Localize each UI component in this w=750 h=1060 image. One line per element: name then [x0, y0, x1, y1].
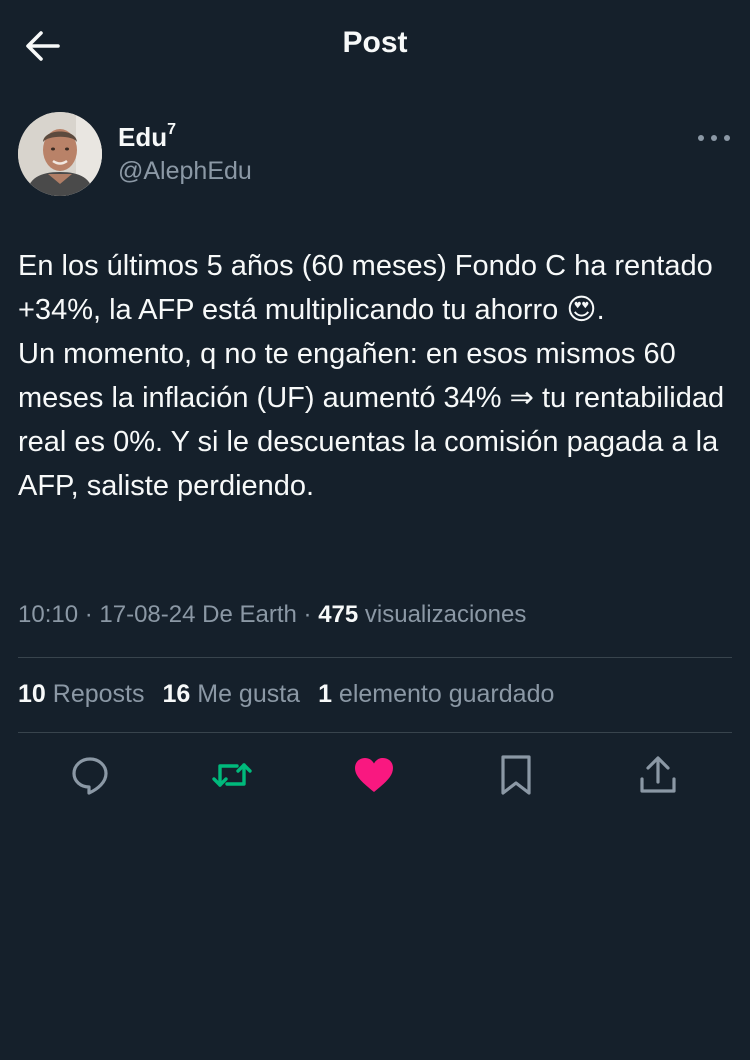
views-label: visualizaciones — [358, 601, 527, 628]
divider — [18, 732, 732, 733]
reply-icon — [72, 757, 108, 795]
post-date[interactable]: 17-08-24 — [99, 601, 195, 628]
post-time[interactable]: 10:10 — [18, 601, 78, 628]
bookmarks-count: 1 — [318, 680, 332, 708]
avatar[interactable] — [18, 112, 102, 196]
bookmarks-stat[interactable]: 1 elemento guardado — [318, 680, 554, 709]
share-button[interactable] — [635, 752, 681, 798]
more-dots-icon — [698, 135, 730, 141]
author-name[interactable]: Edu7 — [118, 121, 177, 153]
post-text: En los últimos 5 años (60 meses) Fondo C… — [18, 250, 725, 502]
meta-separator: · — [78, 601, 100, 628]
reply-button[interactable] — [67, 752, 113, 798]
engagement-stats: 10 Reposts 16 Me gusta 1 elemento guarda… — [18, 680, 554, 709]
bookmark-icon — [501, 755, 531, 795]
profile-photo — [18, 112, 102, 196]
reposts-label: Reposts — [45, 680, 145, 708]
post-source: De Earth — [195, 601, 297, 628]
like-button[interactable] — [351, 752, 397, 798]
post-meta: 10:10 · 17-08-24 De Earth · 475 visualiz… — [18, 601, 526, 629]
repost-button[interactable] — [209, 752, 255, 798]
reposts-stat[interactable]: 10 Reposts — [18, 680, 144, 709]
more-options-button[interactable] — [696, 128, 732, 148]
views-count: 475 — [318, 601, 359, 628]
likes-stat[interactable]: 16 Me gusta — [162, 680, 300, 709]
author-name-superscript: 7 — [167, 121, 177, 139]
page-title: Post — [342, 26, 408, 59]
likes-count: 16 — [162, 680, 191, 708]
reposts-count: 10 — [18, 680, 46, 708]
meta-separator: · — [296, 601, 319, 628]
bookmark-button[interactable] — [493, 752, 539, 798]
divider — [18, 657, 732, 658]
action-bar — [0, 752, 750, 800]
likes-label: Me gusta — [190, 680, 301, 708]
top-bar: Post — [0, 0, 750, 90]
bookmarks-label: elemento guardado — [331, 680, 555, 708]
share-icon — [640, 756, 676, 793]
author-name-text: Edu — [118, 122, 168, 152]
author-handle[interactable]: @AlephEdu — [118, 157, 252, 186]
repost-icon — [212, 763, 252, 787]
heart-icon — [355, 758, 393, 792]
